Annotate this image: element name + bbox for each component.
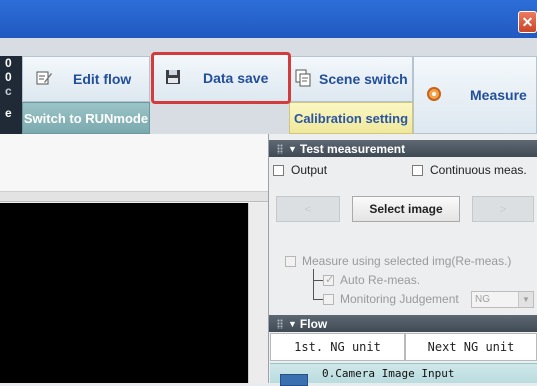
grip-icon: [277, 143, 283, 154]
collapse-triangle-icon: ▼: [288, 143, 297, 154]
flow-item-label: 0.Camera Image Input: [322, 367, 455, 380]
first-ng-unit-button[interactable]: 1st. NG unit: [270, 333, 405, 361]
image-scrollbar[interactable]: [248, 203, 268, 383]
image-panel-header: [0, 134, 268, 192]
previous-image-button[interactable]: <: [276, 196, 340, 222]
monitoring-judgement-label: Monitoring Judgement: [340, 292, 459, 306]
auto-remeas-label: Auto Re-meas.: [340, 273, 421, 287]
strip-line: c: [5, 84, 12, 98]
tree-connector: [313, 280, 323, 281]
left-arrow-icon: <: [304, 202, 312, 216]
edit-flow-icon: [35, 69, 53, 90]
monitoring-judgement-select[interactable]: NG ▼: [471, 291, 534, 308]
measure-button[interactable]: Measure: [413, 56, 537, 134]
calibration-setting-button[interactable]: Calibration setting: [289, 102, 413, 134]
switch-to-runmode-label: Switch to RUNmode: [23, 110, 149, 126]
scene-switch-button[interactable]: Scene switch: [289, 56, 413, 102]
check-mark-icon: ✓: [325, 274, 335, 286]
right-arrow-icon: >: [499, 202, 507, 216]
tree-connector: [313, 299, 323, 300]
edit-flow-button[interactable]: Edit flow: [22, 56, 150, 102]
collapse-triangle-icon: ▼: [288, 318, 297, 329]
flow-header[interactable]: ▼ Flow: [269, 315, 537, 332]
output-label: Output: [291, 163, 328, 177]
camera-input-icon: [280, 374, 308, 386]
next-image-button[interactable]: >: [472, 196, 534, 222]
auto-remeas-checkbox[interactable]: ✓: [323, 274, 335, 286]
test-measurement-title: Test measurement: [299, 141, 406, 156]
scene-switch-icon: [295, 69, 311, 90]
image-panel-divider: [0, 192, 268, 202]
tree-connector: [313, 269, 323, 300]
camera-image-view[interactable]: [0, 203, 248, 383]
switch-to-runmode-button[interactable]: Switch to RUNmode: [22, 102, 150, 134]
close-button[interactable]: ✕: [518, 11, 537, 33]
first-ng-unit-label: 1st. NG unit: [294, 340, 381, 354]
strip-line: 0: [5, 70, 12, 84]
edit-flow-label: Edit flow: [73, 71, 132, 87]
test-measurement-header[interactable]: ▼ Test measurement: [269, 140, 537, 157]
monitoring-judgement-checkbox[interactable]: [323, 294, 334, 305]
data-save-highlight: [151, 52, 291, 104]
continuous-meas-checkbox[interactable]: [412, 165, 423, 176]
next-ng-unit-button[interactable]: Next NG unit: [405, 333, 537, 361]
grip-icon: [277, 318, 283, 329]
select-image-button[interactable]: Select image: [352, 196, 460, 222]
flow-title: Flow: [299, 316, 328, 331]
output-checkbox[interactable]: [273, 165, 284, 176]
select-image-label: Select image: [369, 202, 443, 216]
continuous-meas-label: Continuous meas.: [430, 163, 527, 177]
next-ng-unit-label: Next NG unit: [427, 340, 515, 354]
measure-icon: [426, 86, 442, 105]
strip-line: 0: [5, 56, 12, 70]
calibration-setting-label: Calibration setting: [293, 110, 409, 126]
strip-line: e: [5, 106, 12, 120]
dropdown-arrow-icon: ▼: [518, 292, 533, 307]
measure-label: Measure: [470, 87, 527, 103]
title-bar: [0, 0, 537, 38]
scene-switch-label: Scene switch: [319, 71, 408, 87]
measure-selected-label: Measure using selected img(Re-meas.): [302, 254, 512, 268]
measure-selected-checkbox[interactable]: [285, 256, 296, 267]
flow-item[interactable]: 0.Camera Image Input: [270, 363, 537, 386]
monitoring-judgement-value: NG: [475, 294, 490, 305]
left-status-strip: 0 0 c e: [0, 56, 22, 134]
close-icon: ✕: [521, 13, 534, 30]
